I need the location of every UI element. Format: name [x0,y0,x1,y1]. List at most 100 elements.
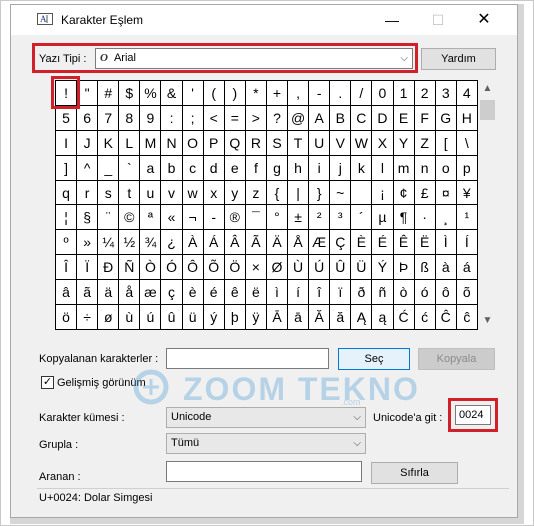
character-cell[interactable]: Í [456,230,478,256]
character-cell[interactable]: ³ [330,205,352,231]
character-cell[interactable]: t [119,180,141,206]
character-cell[interactable]: ¼ [98,230,120,256]
character-cell[interactable]: l [372,155,394,181]
character-cell[interactable]: ¹ [456,205,478,231]
character-cell[interactable]: h [288,155,310,181]
scroll-thumb[interactable] [480,100,495,120]
character-cell[interactable]: Ý [372,255,394,281]
character-cell[interactable]: ¿ [161,230,183,256]
character-cell[interactable]: ì [266,280,289,306]
character-cell[interactable]: 4 [456,81,478,106]
character-cell[interactable]: Û [330,255,352,281]
character-grid[interactable]: ! " # $% & '() * +, -./0 1 2 3 4 5 6 7 8 9:; < = >? @ A B C D E F G H… [55,80,478,330]
character-cell[interactable]: n [414,155,436,181]
character-cell[interactable]: W [351,130,373,156]
character-cell[interactable]: Ĉ [435,305,457,330]
character-cell[interactable]: $ [119,81,141,106]
character-cell[interactable]: â [56,280,78,306]
character-cell[interactable]: ® [224,205,246,231]
character-cell[interactable]: ¤ [435,180,457,206]
character-cell[interactable]: ; [182,105,204,131]
copy-button[interactable]: Kopyala [418,348,495,370]
character-cell[interactable]: Ê [393,230,415,256]
character-cell[interactable]: { [266,180,289,206]
character-cell[interactable]: C [351,105,373,131]
character-cell[interactable]: Ô [182,255,204,281]
character-cell[interactable]: j [330,155,352,181]
character-cell[interactable]: x [203,180,225,206]
character-cell[interactable]: ¢ [393,180,415,206]
character-cell[interactable]: Ù [288,255,310,281]
character-cell[interactable]: w [182,180,204,206]
character-cell[interactable]: p [456,155,478,181]
character-cell[interactable]: F [414,105,436,131]
character-cell[interactable]: 2 [414,81,436,106]
character-cell[interactable]: Æ [309,230,331,256]
character-cell[interactable]: q [56,180,78,206]
character-cell[interactable]: æ [140,280,162,306]
character-cell[interactable]: Ó [161,255,183,281]
character-cell[interactable]: ą [372,305,394,330]
character-cell[interactable]: ā [288,305,310,330]
character-cell[interactable]: ' [182,81,204,106]
character-cell[interactable]: ^ [77,155,99,181]
character-cell[interactable]: º [56,230,78,256]
character-cell[interactable]: T [288,130,310,156]
character-cell[interactable]: A [309,105,331,131]
character-cell[interactable]: ¨ [98,205,120,231]
character-cell[interactable]: g [266,155,289,181]
character-cell[interactable]: õ [456,280,478,306]
character-cell[interactable]: ) [224,81,246,106]
character-cell[interactable]: d [203,155,225,181]
character-cell[interactable]: ¡ [372,180,394,206]
character-cell[interactable]: ñ [372,280,394,306]
character-cell[interactable]: À [182,230,204,256]
character-cell[interactable]: U [309,130,331,156]
character-cell[interactable]: ~ [330,180,352,206]
character-cell[interactable]: a [140,155,162,181]
character-cell[interactable]: Ą [351,305,373,330]
character-cell[interactable]: ´ [351,205,373,231]
character-cell[interactable]: : [161,105,183,131]
character-cell[interactable]: ä [98,280,120,306]
character-cell[interactable]: Ø [266,255,289,281]
character-cell[interactable]: . [330,81,352,106]
character-cell[interactable]: V [330,130,352,156]
character-cell[interactable]: s [98,180,120,206]
character-cell[interactable]: è [182,280,204,306]
character-cell[interactable]: Þ [393,255,415,281]
character-cell[interactable]: ë [245,280,267,306]
character-cell[interactable]: É [372,230,394,256]
character-cell[interactable]: } [309,180,331,206]
character-cell[interactable]: ü [182,305,204,330]
character-cell[interactable]: Y [393,130,415,156]
character-cell[interactable] [351,180,373,206]
character-cell[interactable]: ô [435,280,457,306]
character-cell[interactable]: # [98,81,120,106]
character-cell[interactable]: 9 [140,105,162,131]
character-cell[interactable]: ó [414,280,436,306]
character-cell[interactable]: § [77,205,99,231]
character-cell[interactable]: å [119,280,141,306]
character-cell[interactable]: E [393,105,415,131]
scroll-down-icon[interactable]: ▼ [479,312,496,329]
character-cell[interactable]: ă [330,305,352,330]
character-cell[interactable]: × [245,255,267,281]
character-cell[interactable]: R [245,130,267,156]
character-cell[interactable]: & [161,81,183,106]
character-cell[interactable]: ç [161,280,183,306]
character-cell[interactable]: / [351,81,373,106]
character-cell[interactable]: ß [414,255,436,281]
character-cell[interactable]: P [203,130,225,156]
character-cell[interactable]: Ã [245,230,267,256]
character-cell[interactable]: Ç [330,230,352,256]
character-cell[interactable]: k [351,155,373,181]
character-cell[interactable]: ò [393,280,415,306]
character-cell[interactable]: G [435,105,457,131]
character-cell[interactable]: ý [203,305,225,330]
character-cell[interactable]: 8 [119,105,141,131]
character-cell[interactable]: ª [140,205,162,231]
character-cell[interactable]: · [414,205,436,231]
character-cell[interactable]: Ò [140,255,162,281]
character-cell[interactable]: J [77,130,99,156]
